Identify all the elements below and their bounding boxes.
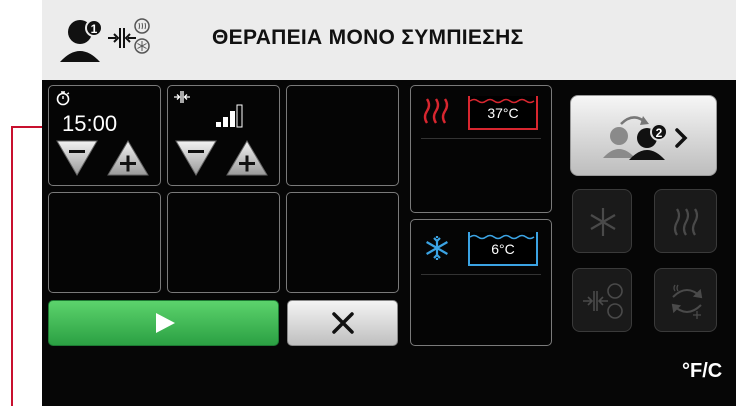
timer-icon [56, 91, 70, 106]
start-button[interactable] [48, 300, 279, 346]
empty-cell [48, 192, 161, 293]
play-icon [156, 313, 175, 333]
patient-badge: 2 [656, 126, 663, 140]
cold-temperature-box: 6°C [468, 232, 538, 266]
page-title: ΘΕΡΑΠΕΙΑ ΜΟΝΟ ΣΥΜΠΙΕΣΗΣ [212, 26, 524, 49]
heat-panel[interactable]: 37°C [410, 85, 552, 213]
unit-toggle-button[interactable]: °F/C [682, 360, 722, 383]
cold-temperature: 6°C [491, 241, 515, 257]
single-compression-mode-icon: 1 [60, 18, 150, 62]
empty-cell [167, 192, 280, 293]
plus-icon [126, 155, 130, 172]
compression-level-cell[interactable] [167, 85, 280, 186]
water-wave [470, 234, 535, 240]
heat-temperature-box: 37°C [468, 96, 538, 130]
compression-level-bars [216, 104, 243, 128]
header-bar: 1 ΘΕΡΑΠΕΙΑ ΜΟΝΟ ΣΥΜΠΙΕΣΗΣ [42, 0, 736, 80]
switch-patient-icon: 2 [603, 116, 688, 160]
compression-decrease-button[interactable] [174, 139, 218, 177]
heat-waves-icon [423, 98, 449, 124]
empty-cell [286, 192, 399, 293]
contrast-cycle-icon [671, 284, 703, 319]
timer-cell[interactable]: 15:00 [48, 85, 161, 186]
cancel-button[interactable] [287, 300, 398, 346]
device-screen: 1 ΘΕΡΑΠΕΙΑ ΜΟΝΟ ΣΥΜΠΙΕΣΗΣ 15:00 37°C 6°C… [42, 0, 736, 406]
contrast-cycle-button[interactable] [654, 268, 717, 332]
close-icon [332, 312, 354, 334]
minus-icon [69, 150, 85, 153]
snowflake-icon [590, 208, 616, 236]
compression-icon [174, 91, 190, 103]
heat-waves-icon [673, 208, 699, 236]
divider [421, 138, 541, 139]
timer-decrease-button[interactable] [55, 139, 99, 177]
compression-mode-icon [583, 283, 623, 319]
empty-cell [286, 85, 399, 186]
chevron-right-icon [675, 128, 688, 148]
timer-increase-button[interactable] [106, 139, 150, 177]
water-wave [470, 98, 535, 104]
heat-temperature: 37°C [487, 105, 519, 121]
timer-value: 15:00 [62, 111, 118, 136]
mode-badge: 1 [91, 22, 98, 36]
compression-mode-button[interactable] [572, 268, 632, 332]
cold-panel[interactable]: 6°C [410, 219, 552, 346]
switch-patient-button[interactable]: 2 [570, 95, 717, 176]
unit-label: °F/C [682, 360, 723, 382]
heat-mode-button[interactable] [654, 189, 717, 253]
cold-mode-button[interactable] [572, 189, 632, 253]
snowflake-icon [426, 236, 448, 260]
compression-increase-button[interactable] [225, 139, 269, 177]
annotation-vertical-line [11, 126, 13, 406]
divider [421, 274, 541, 275]
